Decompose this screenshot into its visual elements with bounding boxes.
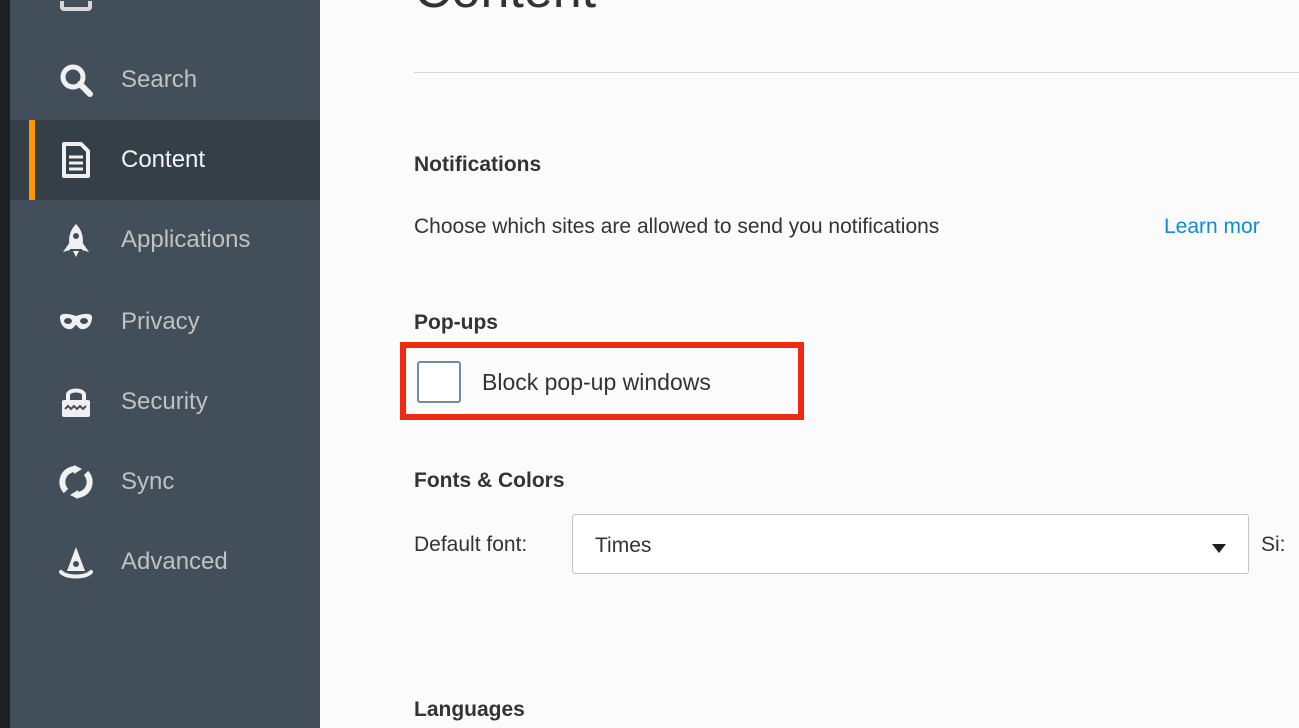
sidebar-item-security[interactable]: Security bbox=[10, 362, 320, 442]
default-font-label: Default font: bbox=[414, 533, 528, 556]
selection-indicator bbox=[29, 120, 35, 200]
preferences-window: Search Content Applications Privacy Secu… bbox=[0, 0, 1299, 728]
notifications-heading: Notifications bbox=[414, 153, 542, 176]
sidebar-item-search[interactable]: Search bbox=[10, 40, 320, 120]
languages-heading: Languages bbox=[414, 698, 525, 721]
sidebar-item-label: Advanced bbox=[121, 548, 228, 575]
sidebar-item-advanced[interactable]: Advanced bbox=[10, 522, 320, 602]
sidebar-item-label: Search bbox=[121, 66, 198, 93]
notifications-description: Choose which sites are allowed to send y… bbox=[414, 215, 940, 238]
sync-icon bbox=[58, 464, 94, 500]
sidebar-item-privacy[interactable]: Privacy bbox=[10, 282, 320, 362]
sidebar-item-label: Content bbox=[121, 146, 206, 173]
sidebar-item-label: Sync bbox=[121, 468, 175, 495]
default-font-value: Times bbox=[595, 534, 652, 557]
block-popups-label[interactable]: Block pop-up windows bbox=[482, 369, 711, 396]
lock-icon bbox=[58, 384, 94, 420]
content-pane: Content Notifications Choose which sites… bbox=[320, 0, 1299, 728]
sidebar-item-label: Applications bbox=[121, 226, 251, 253]
general-icon[interactable] bbox=[58, 0, 94, 12]
sidebar-item-sync[interactable]: Sync bbox=[10, 442, 320, 522]
sidebar-item-applications[interactable]: Applications bbox=[10, 200, 320, 280]
sidebar-item-label: Privacy bbox=[121, 308, 200, 335]
block-popups-checkbox[interactable] bbox=[417, 361, 461, 403]
rocket-icon bbox=[58, 222, 94, 258]
learn-more-link[interactable]: Learn mor bbox=[1164, 215, 1260, 239]
wizard-hat-icon bbox=[58, 544, 94, 580]
document-icon bbox=[58, 142, 94, 178]
mask-icon bbox=[58, 304, 94, 340]
title-divider bbox=[414, 72, 1299, 73]
sidebar: Search Content Applications Privacy Secu… bbox=[0, 0, 320, 728]
search-icon bbox=[58, 62, 94, 98]
sidebar-item-label: Security bbox=[121, 388, 208, 415]
sidebar-edge bbox=[0, 0, 10, 728]
chevron-down-icon bbox=[1212, 540, 1226, 558]
default-font-select[interactable]: Times bbox=[572, 514, 1249, 574]
font-size-label: Si: bbox=[1261, 533, 1286, 556]
sidebar-item-content[interactable]: Content bbox=[10, 120, 320, 200]
popups-heading: Pop-ups bbox=[414, 311, 498, 334]
page-title: Content bbox=[414, 0, 596, 20]
fonts-colors-heading: Fonts & Colors bbox=[414, 469, 565, 492]
